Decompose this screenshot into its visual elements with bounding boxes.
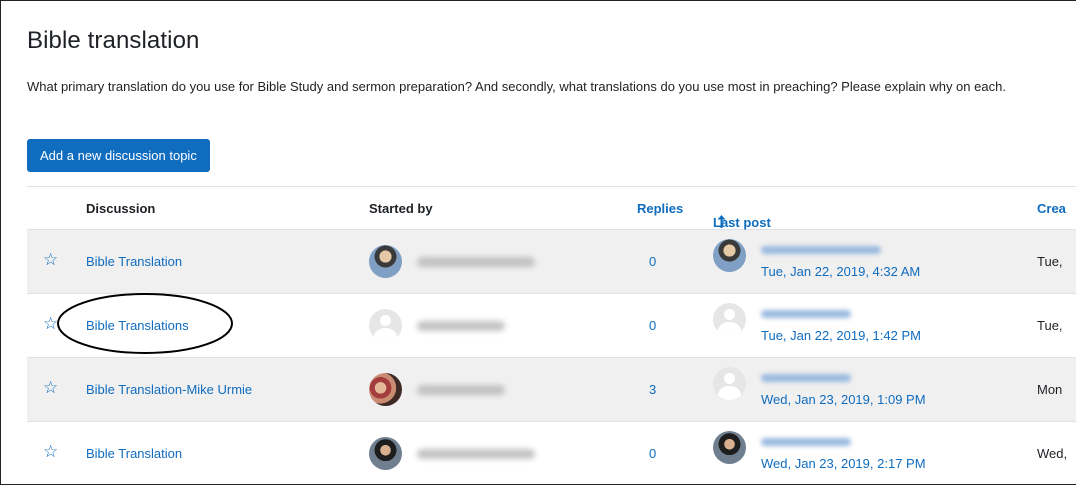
add-discussion-button[interactable]: Add a new discussion topic — [27, 139, 210, 172]
created-date: Tue, — [1037, 254, 1063, 269]
table-row: ☆ Bible Translation 0 Wed, Jan 23, 2019,… — [27, 422, 1076, 484]
discussion-link[interactable]: Bible Translations — [86, 318, 189, 333]
avatar[interactable] — [369, 373, 402, 406]
created-date: Mon — [1037, 382, 1063, 397]
page-title: Bible translation — [27, 27, 200, 54]
created-date: Tue, — [1037, 318, 1063, 333]
avatar[interactable] — [713, 239, 746, 272]
avatar[interactable] — [369, 309, 402, 342]
header-replies[interactable]: Replies — [637, 201, 683, 216]
replies-count[interactable]: 0 — [649, 318, 656, 333]
table-header: Discussion Started by Replies Last post … — [27, 186, 1076, 230]
starter-name-blurred — [417, 449, 535, 459]
avatar[interactable] — [713, 431, 746, 464]
last-post-author-blurred — [761, 246, 881, 254]
avatar[interactable] — [369, 437, 402, 470]
star-icon[interactable]: ☆ — [43, 379, 61, 397]
header-created[interactable]: Crea — [1037, 201, 1066, 216]
created-date: Wed, — [1037, 446, 1068, 461]
avatar[interactable] — [713, 303, 746, 336]
star-icon[interactable]: ☆ — [43, 251, 61, 269]
replies-count[interactable]: 0 — [649, 446, 656, 461]
discussion-table: Discussion Started by Replies Last post … — [27, 186, 1076, 484]
last-post-date[interactable]: Wed, Jan 23, 2019, 1:09 PM — [761, 392, 926, 407]
last-post-author-blurred — [761, 310, 851, 318]
last-post-date[interactable]: Tue, Jan 22, 2019, 1:42 PM — [761, 328, 921, 343]
avatar[interactable] — [713, 367, 746, 400]
star-icon[interactable]: ☆ — [43, 443, 61, 461]
table-row: ☆ Bible Translation 0 Tue, Jan 22, 2019,… — [27, 230, 1076, 294]
replies-count[interactable]: 0 — [649, 254, 656, 269]
star-icon[interactable]: ☆ — [43, 315, 61, 333]
header-discussion[interactable]: Discussion — [86, 201, 155, 216]
forum-intro: What primary translation do you use for … — [27, 79, 1006, 94]
last-post-date[interactable]: Tue, Jan 22, 2019, 4:32 AM — [761, 264, 920, 279]
last-post-author-blurred — [761, 438, 851, 446]
table-row: ☆ Bible Translations 0 Tue, Jan 22, 2019… — [27, 294, 1076, 358]
starter-name-blurred — [417, 257, 535, 267]
starter-name-blurred — [417, 385, 505, 395]
table-row: ☆ Bible Translation-Mike Urmie 3 Wed, Ja… — [27, 358, 1076, 422]
discussion-link[interactable]: Bible Translation — [86, 254, 182, 269]
page-frame: Bible translation What primary translati… — [0, 0, 1076, 485]
header-started-by[interactable]: Started by — [369, 201, 433, 216]
avatar[interactable] — [369, 245, 402, 278]
starter-name-blurred — [417, 321, 505, 331]
replies-count[interactable]: 3 — [649, 382, 656, 397]
last-post-author-blurred — [761, 374, 851, 382]
arrow-up-icon — [717, 215, 726, 231]
discussion-link[interactable]: Bible Translation — [86, 446, 182, 461]
discussion-link[interactable]: Bible Translation-Mike Urmie — [86, 382, 252, 397]
last-post-date[interactable]: Wed, Jan 23, 2019, 2:17 PM — [761, 456, 926, 471]
